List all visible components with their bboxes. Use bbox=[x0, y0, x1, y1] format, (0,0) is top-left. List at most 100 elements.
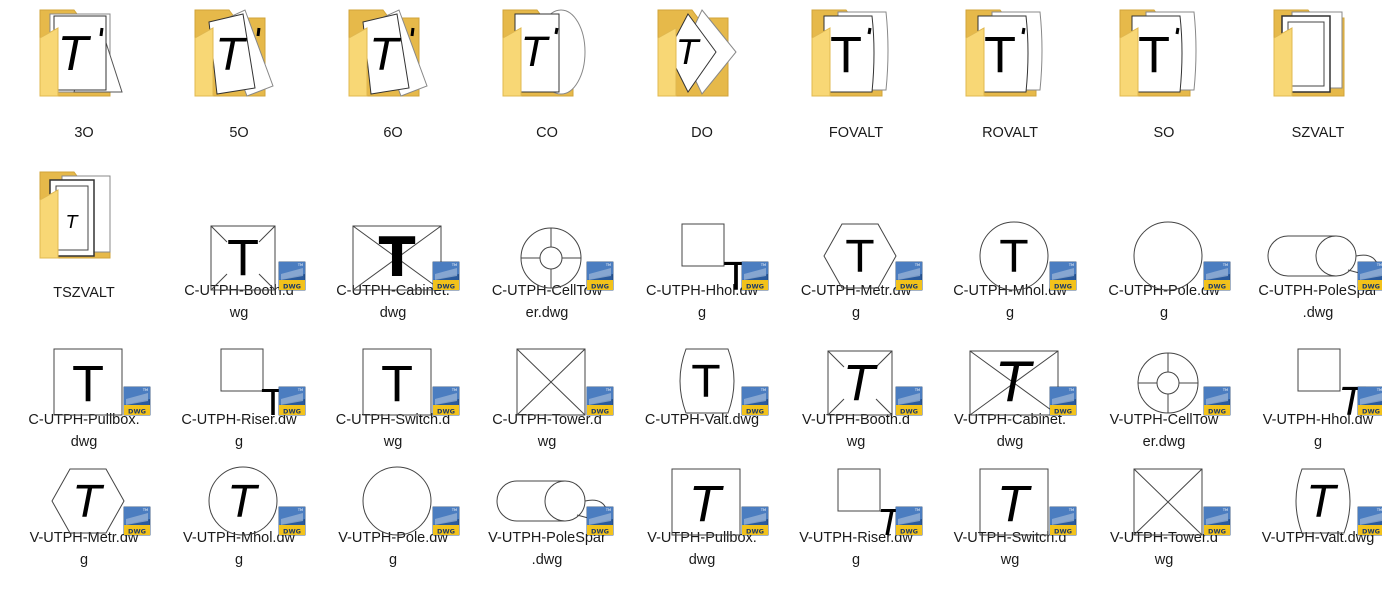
dwg-file-icon: DWG TM bbox=[741, 506, 769, 536]
file-v-utph-pullbox-dwg[interactable]: T DWG TM V-UTPH-Pullbox. dwg bbox=[627, 453, 777, 593]
dwg-file-icon: DWG TM bbox=[123, 506, 151, 536]
file-c-utph-tower-dwg[interactable]: DWG TM C-UTPH-Tower.d wg bbox=[472, 333, 622, 473]
folder-do[interactable]: T DO bbox=[627, 0, 777, 141]
file-v-utph-celltower-dwg[interactable]: DWG TM V-UTPH-CellTow er.dwg bbox=[1089, 333, 1239, 473]
dwg-file-icon: DWG TM bbox=[1049, 506, 1077, 536]
svg-text:T: T bbox=[227, 231, 258, 287]
label-line-1: FOVALT bbox=[828, 125, 884, 141]
file-c-utph-pullbox-dwg[interactable]: T DWG TM C-UTPH-Pullbox. dwg bbox=[9, 333, 159, 473]
folder-szvalt[interactable]: SZVALT bbox=[1243, 0, 1382, 141]
svg-text:DWG: DWG bbox=[1054, 408, 1072, 416]
svg-text:TM: TM bbox=[1068, 388, 1074, 392]
svg-text:DWG: DWG bbox=[746, 528, 764, 536]
svg-text:TM: TM bbox=[605, 263, 611, 267]
file-c-utph-riser-dwg[interactable]: T DWG TM C-UTPH-Riser.dw g bbox=[164, 333, 314, 473]
dwg-file-icon: DWG TM bbox=[1357, 261, 1382, 291]
riser-symbol-icon: T DWG TM bbox=[786, 453, 926, 553]
file-v-utph-valt-dwg[interactable]: T DWG TM V-UTPH-Valt.dwg bbox=[1243, 453, 1382, 593]
pullbox-symbol-icon: T DWG TM bbox=[632, 453, 772, 553]
file-v-utph-cabinet-dwg[interactable]: T DWG TM V-UTPH-Cabinet. dwg bbox=[935, 333, 1085, 473]
svg-text:T: T bbox=[830, 28, 861, 84]
file-c-utph-hhol-dwg[interactable]: T DWG TM C-UTPH-Hhol.dw g bbox=[627, 208, 777, 348]
svg-text:T: T bbox=[846, 232, 874, 283]
svg-text:TM: TM bbox=[1376, 263, 1382, 267]
file-v-utph-switch-dwg[interactable]: T DWG TM V-UTPH-Switch.d wg bbox=[935, 453, 1085, 593]
file-v-utph-polespar-dwg[interactable]: DWG TM V-UTPH-PoleSpar .dwg bbox=[472, 453, 622, 593]
folder-icon: T bbox=[477, 0, 617, 100]
file-c-utph-metr-dwg[interactable]: T DWG TM C-UTPH-Metr.dw g bbox=[781, 208, 931, 348]
label-line-2: .dwg bbox=[531, 552, 563, 568]
svg-text:TM: TM bbox=[451, 263, 457, 267]
svg-text:T: T bbox=[984, 28, 1015, 84]
svg-text:T: T bbox=[1138, 28, 1169, 84]
pullbox-symbol-icon: T DWG TM bbox=[14, 333, 154, 433]
file-c-utph-switch-dwg[interactable]: T DWG TM C-UTPH-Switch.d wg bbox=[318, 333, 468, 473]
label-line-1: TSZVALT bbox=[53, 285, 115, 301]
label-line-2: wg bbox=[1000, 552, 1020, 568]
svg-text:TM: TM bbox=[451, 508, 457, 512]
dwg-file-icon: DWG TM bbox=[586, 386, 614, 416]
dwg-file-icon: DWG TM bbox=[278, 506, 306, 536]
tower-symbol-icon: DWG TM bbox=[1094, 453, 1234, 553]
svg-text:DWG: DWG bbox=[437, 528, 455, 536]
file-v-utph-hhol-dwg[interactable]: T DWG TM V-UTPH-Hhol.dw g bbox=[1243, 333, 1382, 473]
file-c-utph-valt-dwg[interactable]: T DWG TM C-UTPH-Valt.dwg bbox=[627, 333, 777, 473]
item-label: 3O bbox=[11, 122, 157, 144]
label-line-2: wg bbox=[383, 434, 403, 450]
mhol-symbol-icon: T DWG TM bbox=[169, 453, 309, 553]
svg-text:T: T bbox=[60, 27, 92, 81]
svg-text:T: T bbox=[692, 357, 720, 408]
valt-symbol-icon: T DWG TM bbox=[632, 333, 772, 433]
label-line-1: ROVALT bbox=[982, 125, 1038, 141]
folder-5o[interactable]: T 5O bbox=[164, 0, 314, 141]
folder-co[interactable]: T CO bbox=[472, 0, 622, 141]
svg-text:TM: TM bbox=[914, 263, 920, 267]
label-line-2: er.dwg bbox=[1142, 434, 1186, 450]
folder-6o[interactable]: T 6O bbox=[318, 0, 468, 141]
item-label: DO bbox=[629, 122, 775, 144]
svg-text:TM: TM bbox=[1222, 263, 1228, 267]
folder-icon: T bbox=[14, 162, 154, 262]
file-v-utph-pole-dwg[interactable]: DWG TM V-UTPH-Pole.dw g bbox=[318, 453, 468, 593]
dwg-file-icon: DWG TM bbox=[586, 506, 614, 536]
label-line-1: SZVALT bbox=[1291, 125, 1345, 141]
svg-text:TM: TM bbox=[297, 263, 303, 267]
folder-3o[interactable]: T 3O bbox=[9, 0, 159, 141]
label-line-2: g bbox=[234, 552, 244, 568]
label-line-2: dwg bbox=[70, 434, 98, 450]
folder-tszvalt[interactable]: T TSZVALT bbox=[9, 162, 159, 302]
dwg-file-icon: DWG TM bbox=[1357, 506, 1382, 536]
folder-so[interactable]: T SO bbox=[1089, 0, 1239, 141]
file-c-utph-mhol-dwg[interactable]: T DWG TM C-UTPH-Mhol.dw g bbox=[935, 208, 1085, 348]
label-line-2: wg bbox=[537, 434, 557, 450]
dwg-file-icon: DWG TM bbox=[1203, 386, 1231, 416]
file-c-utph-polespar-dwg[interactable]: DWG TM C-UTPH-PoleSpar .dwg bbox=[1243, 208, 1382, 348]
file-v-utph-tower-dwg[interactable]: DWG TM V-UTPH-Tower.d wg bbox=[1089, 453, 1239, 593]
svg-text:DWG: DWG bbox=[1208, 283, 1226, 291]
svg-text:DWG: DWG bbox=[1054, 283, 1072, 291]
svg-text:T: T bbox=[845, 356, 878, 412]
folder-icon bbox=[1248, 0, 1382, 100]
file-v-utph-mhol-dwg[interactable]: T DWG TM V-UTPH-Mhol.dw g bbox=[164, 453, 314, 593]
file-v-utph-metr-dwg[interactable]: T DWG TM V-UTPH-Metr.dw g bbox=[9, 453, 159, 593]
folder-icon: T bbox=[940, 0, 1080, 100]
svg-text:DWG: DWG bbox=[591, 283, 609, 291]
file-c-utph-celltower-dwg[interactable]: DWG TM C-UTPH-CellTow er.dwg bbox=[472, 208, 622, 348]
folder-rovalt[interactable]: T ROVALT bbox=[935, 0, 1085, 141]
file-v-utph-riser-dwg[interactable]: T DWG TM V-UTPH-Riser.dw g bbox=[781, 453, 931, 593]
file-v-utph-booth-dwg[interactable]: T DWG TM V-UTPH-Booth.d wg bbox=[781, 333, 931, 473]
folder-fovalt[interactable]: T FOVALT bbox=[781, 0, 931, 141]
dwg-file-icon: DWG TM bbox=[895, 386, 923, 416]
svg-text:TM: TM bbox=[1222, 388, 1228, 392]
label-line-1: 6O bbox=[383, 125, 403, 141]
item-label: SO bbox=[1091, 122, 1237, 144]
file-c-utph-cabinet-dwg[interactable]: T DWG TM C-UTPH-Cabinet. dwg bbox=[318, 208, 468, 348]
metr-symbol-icon: T DWG TM bbox=[786, 208, 926, 308]
file-c-utph-booth-dwg[interactable]: T DWG TM C-UTPH-Booth.d wg bbox=[164, 208, 314, 348]
svg-text:DWG: DWG bbox=[591, 528, 609, 536]
item-label: SZVALT bbox=[1245, 122, 1382, 144]
metr-symbol-icon: T DWG TM bbox=[14, 453, 154, 553]
label-line-2: g bbox=[1313, 434, 1323, 450]
file-c-utph-pole-dwg[interactable]: DWG TM C-UTPH-Pole.dw g bbox=[1089, 208, 1239, 348]
switch-symbol-icon: T DWG TM bbox=[323, 333, 463, 433]
